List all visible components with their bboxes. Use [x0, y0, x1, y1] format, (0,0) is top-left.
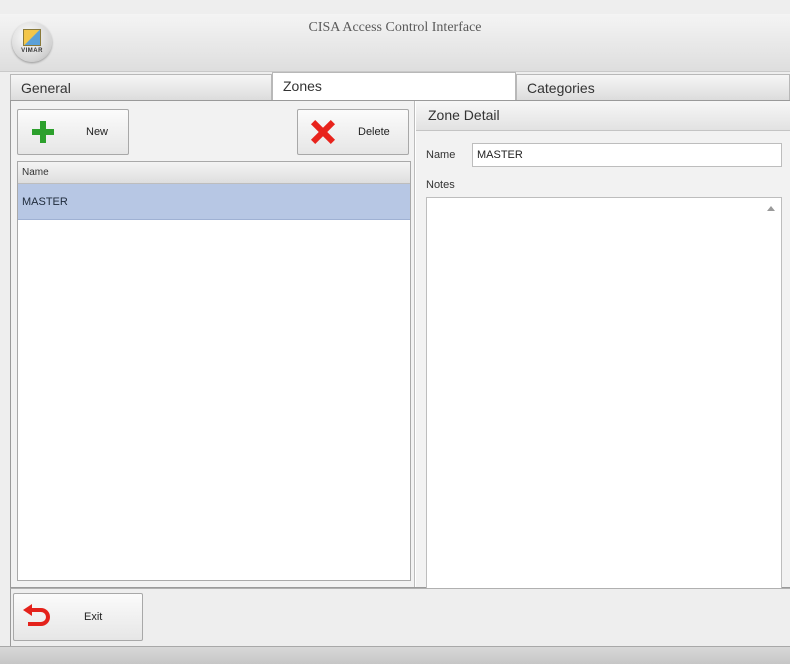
zones-tab-content: New Delete Name MASTER Zone Detail Name …: [10, 100, 790, 589]
name-label: Name: [426, 149, 456, 161]
column-header-name[interactable]: Name: [18, 162, 410, 184]
tab-general[interactable]: General: [10, 74, 272, 100]
delete-x-icon: [312, 120, 334, 144]
new-button-label: New: [86, 126, 109, 138]
list-item[interactable]: MASTER: [18, 184, 410, 220]
zones-list: Name MASTER: [17, 161, 411, 581]
exit-button-label: Exit: [84, 611, 103, 623]
new-zone-button[interactable]: New: [17, 109, 129, 155]
zone-name-input[interactable]: [472, 143, 782, 167]
app-window: VIMAR CISA Access Control Interface Gene…: [0, 0, 790, 664]
plus-icon: [32, 121, 54, 143]
notes-label: Notes: [426, 179, 455, 191]
footer-bar: Exit: [10, 588, 790, 646]
tab-categories[interactable]: Categories: [516, 74, 790, 100]
tab-bar: General Zones Categories: [10, 72, 790, 100]
tab-zones[interactable]: Zones: [272, 72, 516, 100]
zone-notes-textarea[interactable]: [426, 197, 782, 589]
logo-text: VIMAR: [21, 48, 43, 54]
delete-button-label: Delete: [358, 126, 390, 138]
zone-detail-header: Zone Detail: [416, 101, 790, 131]
exit-button[interactable]: Exit: [13, 593, 143, 641]
zones-list-panel: New Delete Name MASTER: [11, 101, 415, 587]
scroll-up-arrow-icon[interactable]: [767, 206, 775, 211]
exit-arrow-icon: [23, 604, 52, 628]
window-title: CISA Access Control Interface: [308, 20, 482, 35]
status-bar: [0, 646, 790, 664]
title-bar: VIMAR CISA Access Control Interface: [0, 14, 790, 72]
delete-zone-button[interactable]: Delete: [297, 109, 409, 155]
zone-detail-panel: Zone Detail Name Notes: [416, 101, 790, 589]
zone-detail-body: Name Notes: [416, 131, 790, 589]
